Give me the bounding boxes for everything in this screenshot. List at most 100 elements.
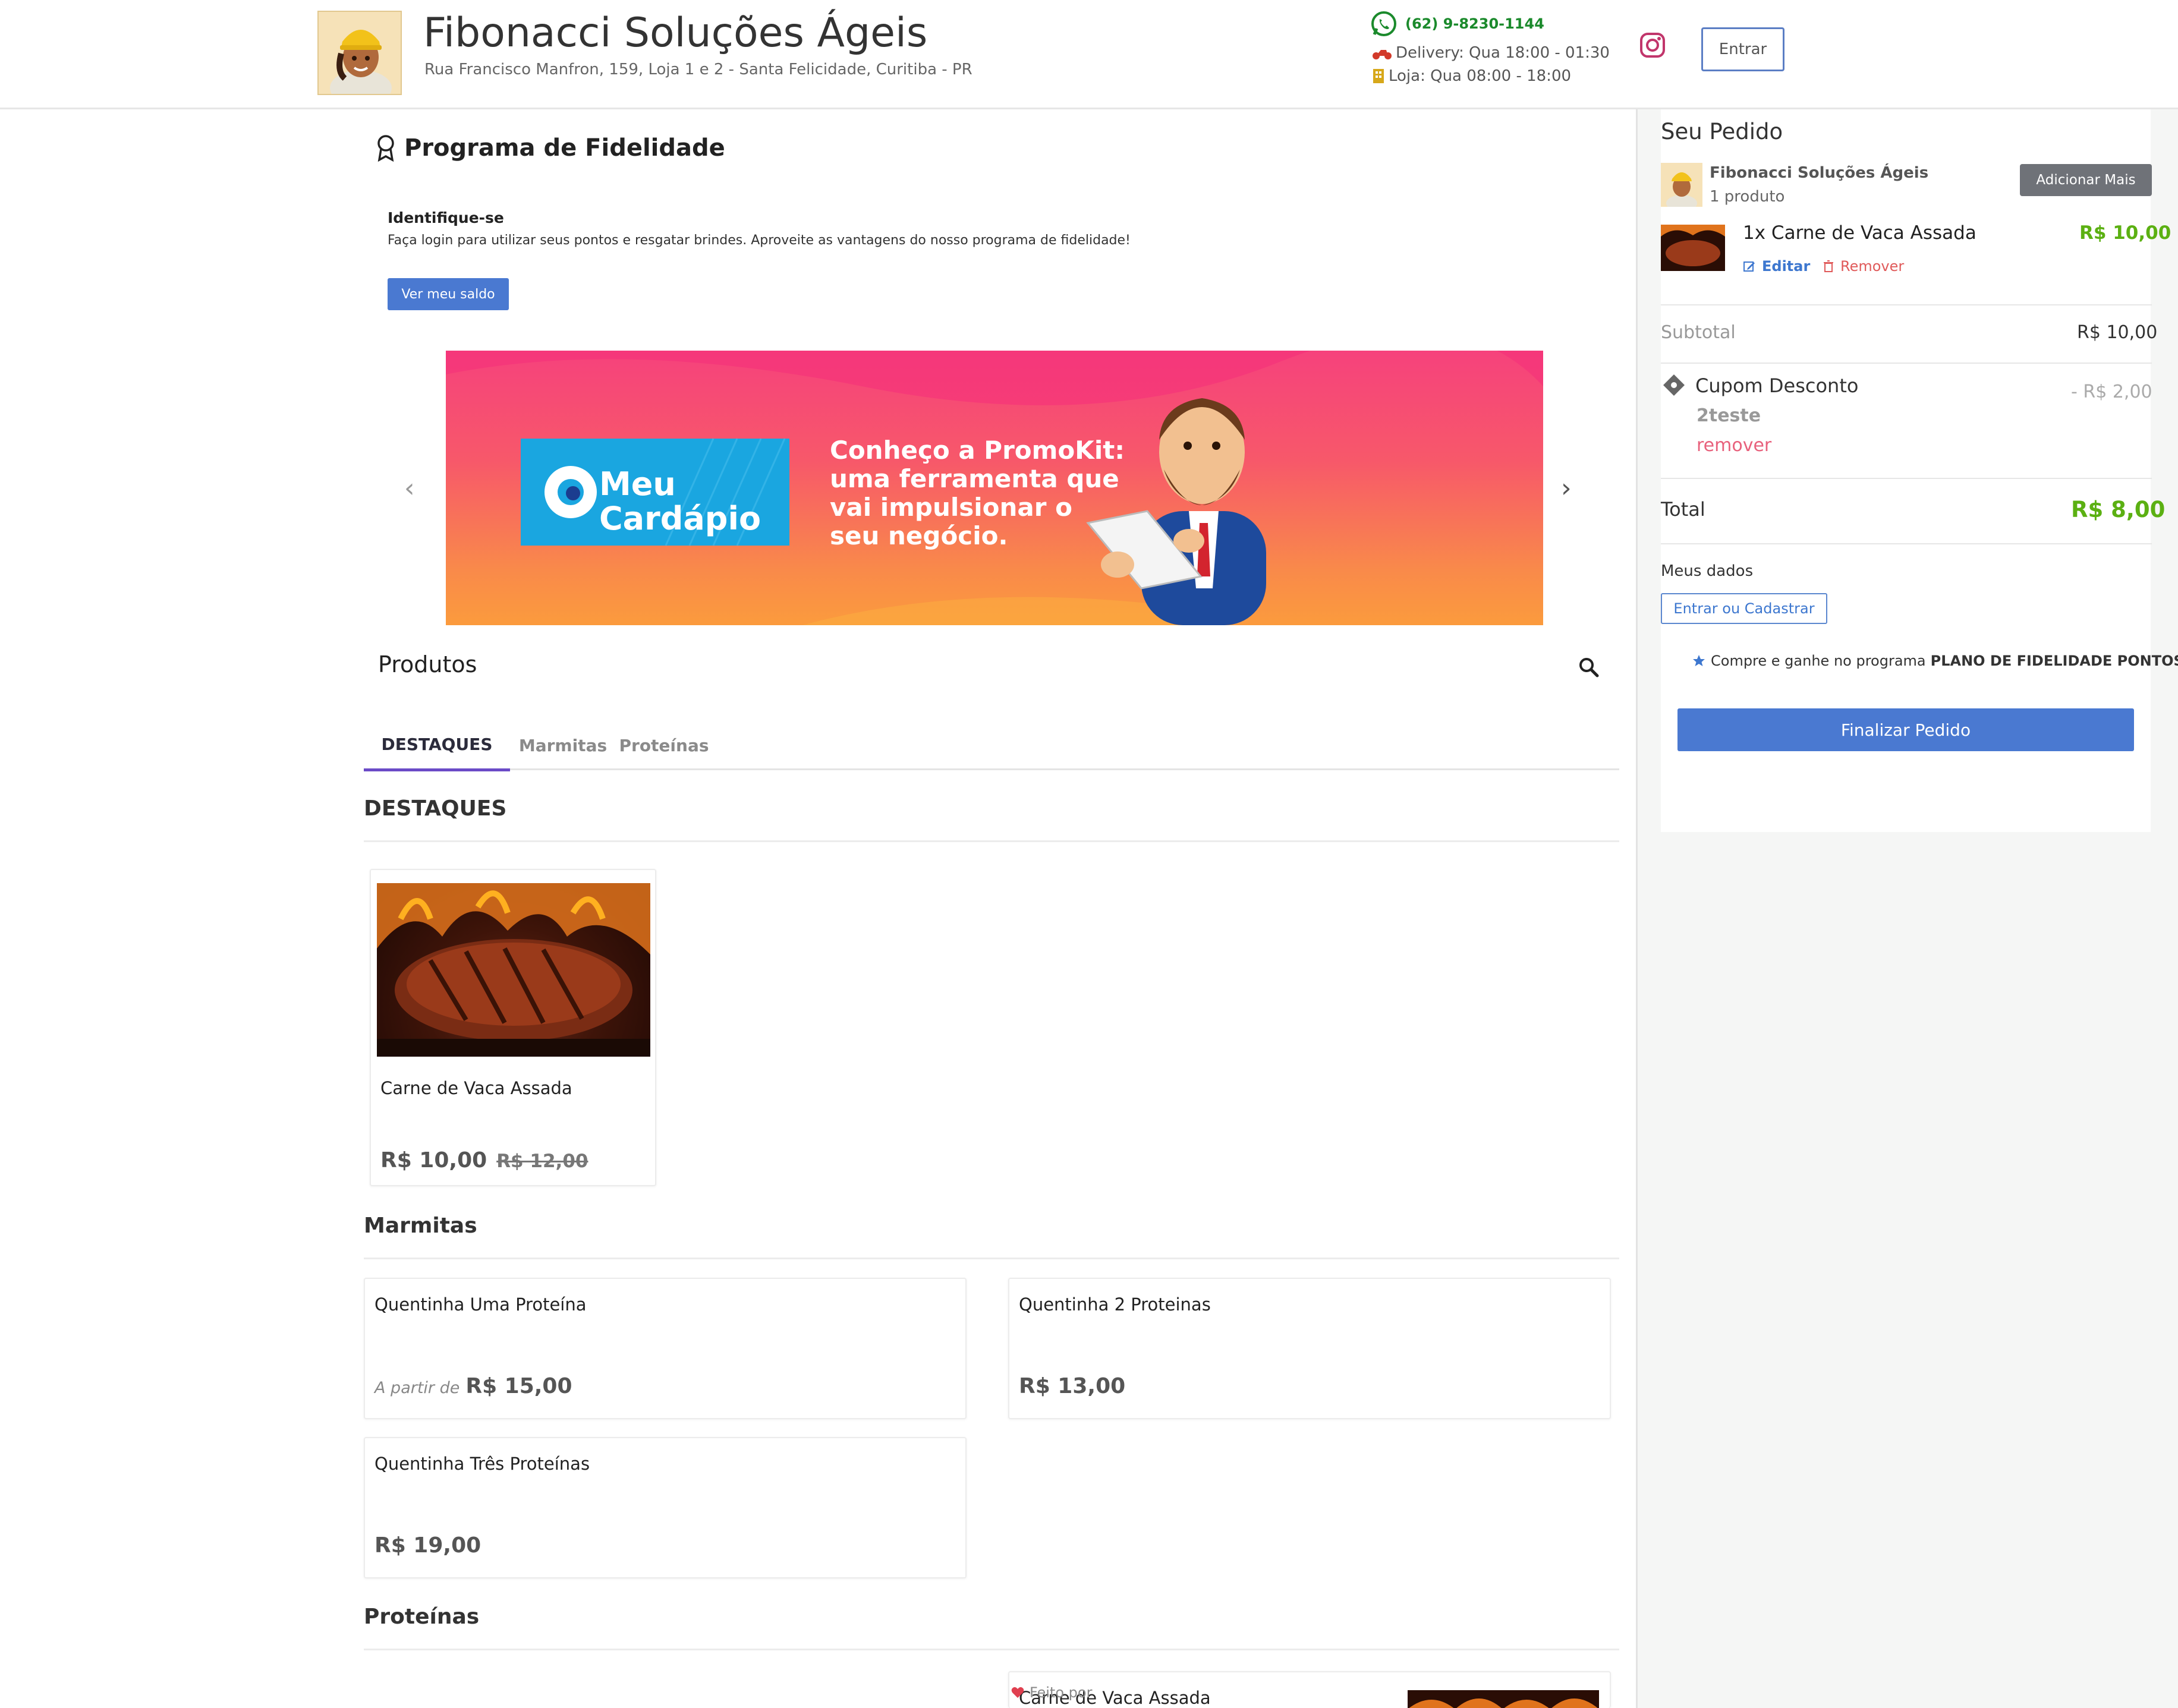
carousel-prev-icon[interactable]: ‹ xyxy=(404,473,415,503)
banner-headline-line1: Conheço a PromoKit: xyxy=(830,436,1125,465)
product-name: Quentinha Três Proteínas xyxy=(374,1454,590,1474)
identify-title: Identifique-se xyxy=(388,209,504,226)
banner-brand-line1: Meu xyxy=(599,465,676,503)
section-divider xyxy=(364,1649,1619,1650)
product-price-value: R$ 13,00 xyxy=(1019,1374,1126,1398)
total-value: R$ 8,00 xyxy=(2071,497,2166,522)
banner-headline-line4: seu negócio. xyxy=(830,521,1008,550)
coupon-remove-link[interactable]: remover xyxy=(1697,435,1771,456)
product-card[interactable]: Quentinha Uma Proteína A partir de R$ 15,… xyxy=(364,1278,967,1419)
tab-destaques[interactable]: DESTAQUES xyxy=(364,720,510,771)
section-title-destaques: DESTAQUES xyxy=(364,796,507,821)
product-card[interactable]: Quentinha Três Proteínas R$ 19,00 xyxy=(364,1437,967,1578)
whatsapp-contact[interactable]: (62) 9-8230-1144 xyxy=(1371,11,1544,37)
finish-order-button[interactable]: Finalizar Pedido xyxy=(1677,708,2134,751)
subtotal-label: Subtotal xyxy=(1661,322,1736,343)
steak-image xyxy=(377,883,650,1057)
cart-edit-link[interactable]: Editar xyxy=(1743,258,1810,275)
store-mini-logo xyxy=(1661,163,1702,207)
delivery-hours-text: Delivery: Qua 18:00 - 01:30 xyxy=(1396,44,1610,62)
product-card[interactable]: Quentinha 2 Proteinas R$ 13,00 xyxy=(1008,1278,1611,1419)
trash-icon xyxy=(1824,260,1833,272)
my-data-label: Meus dados xyxy=(1661,562,1754,580)
product-image xyxy=(1408,1690,1599,1708)
motorcycle-icon xyxy=(1373,50,1392,59)
coupon-code: 2teste xyxy=(1697,405,1761,426)
price-prefix: A partir de xyxy=(374,1379,460,1397)
product-name: Quentinha 2 Proteinas xyxy=(1019,1294,1211,1315)
signin-register-button[interactable]: Entrar ou Cadastrar xyxy=(1661,593,1827,624)
powered-by-text: Feito por xyxy=(1030,1684,1093,1701)
section-title-marmitas: Marmitas xyxy=(364,1214,477,1238)
store-hours: Loja: Qua 08:00 - 18:00 xyxy=(1372,67,1571,85)
steak-image xyxy=(1408,1690,1599,1708)
loyalty-note-text: Compre e ganhe no programa xyxy=(1711,653,1926,669)
promo-banner[interactable]: Meu Cardápio Conheço a PromoKit: uma fer… xyxy=(446,351,1543,625)
delivery-hours: Delivery: Qua 18:00 - 01:30 xyxy=(1372,44,1610,62)
section-divider xyxy=(364,1258,1619,1259)
instagram-icon[interactable] xyxy=(1638,31,1667,59)
add-more-button[interactable]: Adicionar Mais xyxy=(2020,164,2152,196)
product-old-price: R$ 12,00 xyxy=(496,1151,588,1172)
banner-headline: Conheço a PromoKit: uma ferramenta que v… xyxy=(830,436,1125,550)
sidebar-divider xyxy=(1661,363,2152,364)
product-price-value: R$ 10,00 xyxy=(380,1148,487,1173)
order-product-count: 1 produto xyxy=(1710,188,1785,206)
cart-item-name: 1x Carne de Vaca Assada xyxy=(1743,222,1976,244)
ticket-icon xyxy=(1663,374,1685,396)
product-price-value: R$ 15,00 xyxy=(465,1374,572,1398)
banner-brand: Meu Cardápio xyxy=(599,467,761,536)
sidebar-divider xyxy=(1661,478,2152,479)
view-balance-button[interactable]: Ver meu saldo xyxy=(388,278,509,310)
product-price-value: R$ 19,00 xyxy=(374,1533,481,1558)
whatsapp-icon xyxy=(1371,11,1396,36)
cart-remove-link[interactable]: Remover xyxy=(1823,258,1904,275)
category-tabs: DESTAQUES Marmitas Proteínas xyxy=(364,720,1619,771)
star-icon xyxy=(1693,655,1705,666)
powered-by: Feito por xyxy=(1011,1684,1092,1701)
section-title-proteinas: Proteínas xyxy=(364,1605,480,1629)
section-divider xyxy=(364,840,1619,842)
product-card[interactable]: Carne de Vaca Assada xyxy=(1008,1671,1611,1708)
building-icon xyxy=(1373,69,1384,83)
cart-remove-label: Remover xyxy=(1840,258,1905,275)
banner-brand-line2: Cardápio xyxy=(599,500,761,537)
order-title: Seu Pedido xyxy=(1661,119,1783,144)
cart-edit-label: Editar xyxy=(1762,258,1811,275)
mascot-avatar-icon xyxy=(1661,163,1702,207)
store-logo[interactable] xyxy=(317,11,402,95)
heart-icon xyxy=(1011,1687,1024,1698)
coupon-label: Cupom Desconto xyxy=(1695,374,1859,397)
sidebar-divider xyxy=(1661,304,2152,305)
tab-marmitas[interactable]: Marmitas xyxy=(518,720,608,770)
steak-image xyxy=(1661,225,1725,271)
loyalty-note: Compre e ganhe no programa PLANO DE FIDE… xyxy=(1692,653,2178,669)
carousel-next-icon[interactable]: › xyxy=(1561,473,1572,503)
tab-proteinas[interactable]: Proteínas xyxy=(619,720,709,770)
loyalty-program-name: PLANO DE FIDELIDADE PONTOS xyxy=(1930,653,2178,669)
cart-item-thumbnail xyxy=(1661,225,1725,271)
subtotal-value: R$ 10,00 xyxy=(2077,322,2158,343)
total-label: Total xyxy=(1661,498,1705,521)
coupon-discount-value: - R$ 2,00 xyxy=(2071,382,2152,402)
identify-text: Faça login para utilizar seus pontos e r… xyxy=(388,233,1131,248)
ribbon-icon xyxy=(377,135,394,162)
order-store-name: Fibonacci Soluções Ágeis xyxy=(1710,164,1929,182)
search-icon[interactable] xyxy=(1578,656,1600,679)
login-button[interactable]: Entrar xyxy=(1701,27,1784,71)
store-hours-text: Loja: Qua 08:00 - 18:00 xyxy=(1389,67,1572,85)
store-address: Rua Francisco Manfron, 159, Loja 1 e 2 -… xyxy=(424,61,972,78)
cart-item-price: R$ 10,00 xyxy=(2079,222,2171,244)
loyalty-title: Programa de Fidelidade xyxy=(376,134,725,162)
edit-icon xyxy=(1743,261,1755,272)
product-card[interactable]: Carne de Vaca Assada R$ 10,00 R$ 12,00 xyxy=(370,869,656,1186)
banner-headline-line3: vai impulsionar o xyxy=(830,493,1072,522)
store-title: Fibonacci Soluções Ágeis xyxy=(423,10,928,56)
product-price: R$ 10,00 R$ 12,00 xyxy=(380,1148,588,1173)
product-name: Quentinha Uma Proteína xyxy=(374,1294,587,1315)
site-header: Fibonacci Soluções Ágeis Rua Francisco M… xyxy=(0,0,2178,109)
sidebar-divider xyxy=(1661,543,2152,544)
product-price: A partir de R$ 15,00 xyxy=(374,1374,572,1398)
banner-headline-line2: uma ferramenta que xyxy=(830,464,1119,493)
product-image xyxy=(377,883,650,1057)
